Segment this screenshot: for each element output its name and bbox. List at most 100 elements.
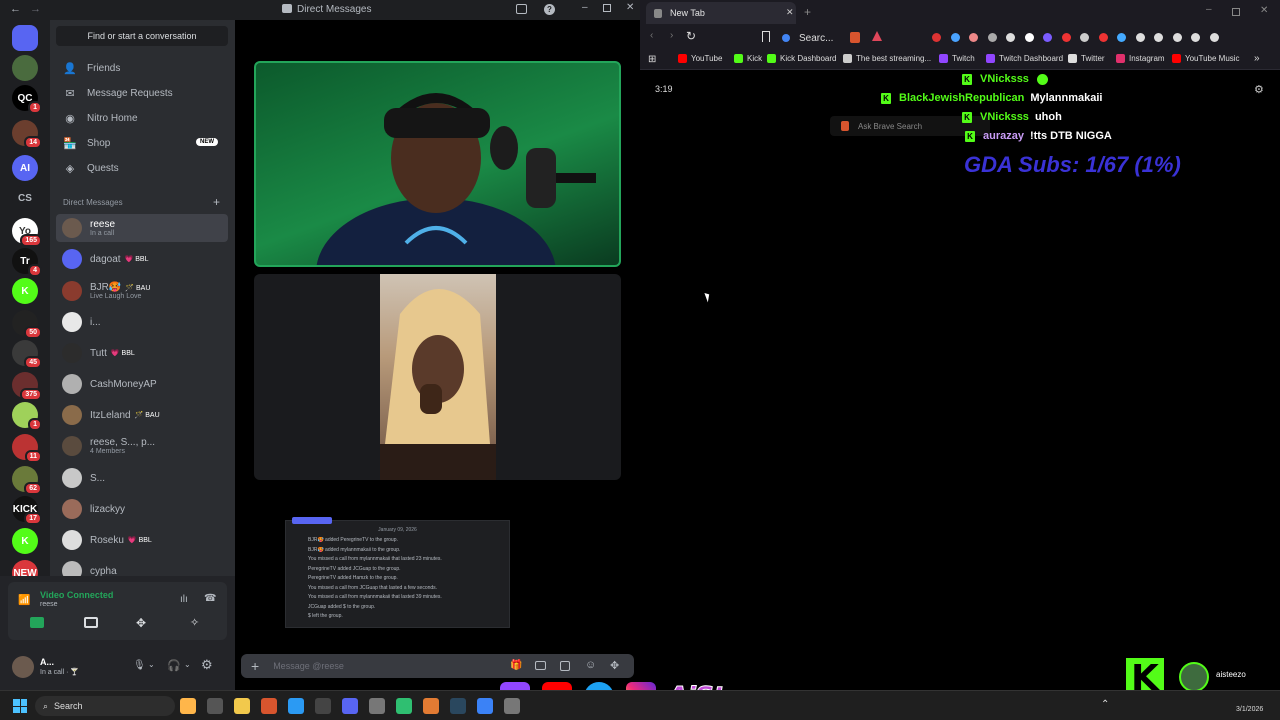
server-icon[interactable]: AI	[12, 155, 38, 181]
extension-icon[interactable]	[1172, 33, 1182, 42]
bookmark-twitch[interactable]: Twitch	[939, 54, 975, 63]
server-icon[interactable]: Yo 165	[12, 218, 42, 247]
minimize-icon[interactable]: –	[1206, 4, 1212, 15]
server-icon[interactable]: 45	[12, 340, 42, 369]
brave-shields-icon[interactable]	[850, 32, 860, 43]
soundboard-button[interactable]: ✧	[190, 616, 199, 629]
bookmark-instagram[interactable]: Instagram	[1116, 54, 1165, 63]
extension-icon[interactable]	[932, 33, 941, 42]
server-icon[interactable]: 62	[12, 466, 42, 495]
server-icon[interactable]: 14	[12, 120, 42, 149]
taskbar-app-icon[interactable]	[315, 698, 331, 714]
dm-item[interactable]: S...	[56, 464, 228, 492]
camera-button[interactable]	[30, 617, 44, 628]
maximize-icon[interactable]	[1232, 8, 1240, 16]
close-icon[interactable]: ✕	[1260, 5, 1268, 16]
server-icon[interactable]: 11	[12, 434, 42, 463]
avatar[interactable]	[12, 656, 34, 678]
server-icon[interactable]: K	[12, 528, 38, 554]
reload-icon[interactable]: ↻	[686, 29, 696, 43]
extension-icon[interactable]	[950, 33, 960, 42]
dm-item[interactable]: ItzLeland 🪄 BAU	[56, 401, 228, 429]
dm-item[interactable]: reese, S..., p... 4 Members	[56, 432, 228, 460]
close-icon[interactable]: ✕	[626, 2, 634, 13]
taskbar-app-icon[interactable]	[207, 698, 223, 714]
tray-expand-icon[interactable]: ⌃	[1101, 699, 1109, 710]
extension-icon[interactable]	[1024, 33, 1034, 42]
help-icon[interactable]: ?	[544, 4, 555, 15]
forward-arrow-icon[interactable]: →	[30, 3, 41, 15]
taskbar-app-icon[interactable]	[423, 698, 439, 714]
taskbar-search[interactable]: ⌕ Search	[35, 696, 175, 716]
taskbar-app-icon[interactable]	[396, 698, 412, 714]
extension-icon[interactable]	[1043, 33, 1052, 42]
video-tile-screen[interactable]	[254, 274, 621, 480]
nav-friends[interactable]: 👤 Friends	[56, 57, 228, 79]
bookmark-youtube-music[interactable]: YouTube Music	[1172, 54, 1240, 63]
bookmark-kick-dashboard[interactable]: Kick Dashboard	[767, 54, 836, 63]
add-attachment-icon[interactable]: +	[251, 658, 259, 674]
extension-icon[interactable]	[1080, 33, 1089, 42]
taskbar-app-icon[interactable]	[234, 698, 250, 714]
apps-icon[interactable]: ✥	[610, 659, 619, 672]
taskbar-app-icon[interactable]	[342, 698, 358, 714]
taskbar-app-icon[interactable]	[504, 698, 520, 714]
server-icon[interactable]	[12, 25, 38, 51]
activities-button[interactable]: ✥	[136, 616, 146, 630]
nav-message-requests[interactable]: ✉ Message Requests	[56, 82, 228, 104]
extension-icon[interactable]	[1061, 33, 1071, 42]
server-icon[interactable]: K	[12, 278, 38, 304]
apps-grid-icon[interactable]: ⊞	[648, 54, 656, 65]
dm-item[interactable]: BJR🥵 🪄 BAU Live Laugh Love	[56, 277, 228, 305]
extension-icon[interactable]	[1209, 33, 1219, 42]
taskbar-app-icon[interactable]	[180, 698, 196, 714]
server-icon[interactable]: 50	[12, 310, 42, 339]
noise-suppression-icon[interactable]: ılı	[180, 594, 188, 605]
bookmark-icon[interactable]	[762, 31, 770, 42]
dm-item[interactable]: reese In a call	[56, 214, 228, 242]
mic-icon[interactable]: 🎙	[133, 660, 146, 671]
dm-item[interactable]: CashMoneyAP	[56, 370, 228, 398]
address-bar[interactable]: Searc...	[782, 29, 836, 47]
gear-icon[interactable]: ⚙	[1254, 83, 1264, 96]
dm-item[interactable]: lizackyy	[56, 495, 228, 523]
extension-icon[interactable]	[1135, 33, 1145, 42]
back-arrow-icon[interactable]: ←	[10, 3, 21, 15]
chevron-down-icon[interactable]: ⌄	[184, 660, 191, 669]
extension-icon[interactable]	[969, 33, 978, 42]
more-bookmarks-icon[interactable]: »	[1254, 53, 1260, 64]
server-icon[interactable]: QC 1	[12, 85, 42, 114]
extension-icon[interactable]	[1191, 33, 1200, 42]
bookmark-twitter[interactable]: Twitter	[1068, 54, 1105, 63]
bookmark-youtube[interactable]: YouTube	[678, 54, 722, 63]
dm-item[interactable]: dagoat 💗 BBL	[56, 245, 228, 273]
gear-icon[interactable]: ⚙	[201, 657, 213, 673]
taskbar-app-icon[interactable]	[288, 698, 304, 714]
dm-item[interactable]: Tutt 💗 BBL	[56, 339, 228, 367]
close-tab-icon[interactable]: ✕	[786, 7, 794, 18]
brave-rewards-icon[interactable]	[872, 31, 882, 41]
find-conversation-button[interactable]: Find or start a conversation	[56, 26, 228, 46]
server-icon[interactable]: CS	[12, 185, 38, 211]
sticker-icon[interactable]	[560, 661, 570, 671]
taskbar-app-icon[interactable]	[450, 698, 466, 714]
dm-item[interactable]: Roseku 💗 BBL	[56, 526, 228, 554]
extension-icon[interactable]	[1117, 33, 1126, 42]
server-icon[interactable]: 1	[12, 402, 42, 431]
extension-icon[interactable]	[1006, 33, 1015, 42]
server-icon[interactable]	[12, 55, 38, 81]
disconnect-icon[interactable]: ☎	[204, 593, 216, 604]
screen-share-button[interactable]	[84, 617, 98, 628]
server-icon[interactable]: KICK 17	[12, 496, 42, 525]
back-icon[interactable]: ‹	[650, 30, 653, 41]
taskbar-app-icon[interactable]	[477, 698, 493, 714]
minimize-icon[interactable]: –	[582, 2, 588, 13]
create-dm-icon[interactable]: +	[213, 195, 220, 209]
inbox-icon[interactable]	[516, 4, 527, 14]
message-input[interactable]: + Message @reese 🎁 ☺ ✥	[241, 654, 634, 678]
tab-new-tab[interactable]: New Tab ✕	[646, 2, 796, 24]
extension-icon[interactable]	[987, 33, 997, 42]
video-tile-reese[interactable]	[254, 61, 621, 267]
bookmark-twitch-dashboard[interactable]: Twitch Dashboard	[986, 54, 1063, 63]
gif-icon[interactable]	[535, 661, 546, 670]
